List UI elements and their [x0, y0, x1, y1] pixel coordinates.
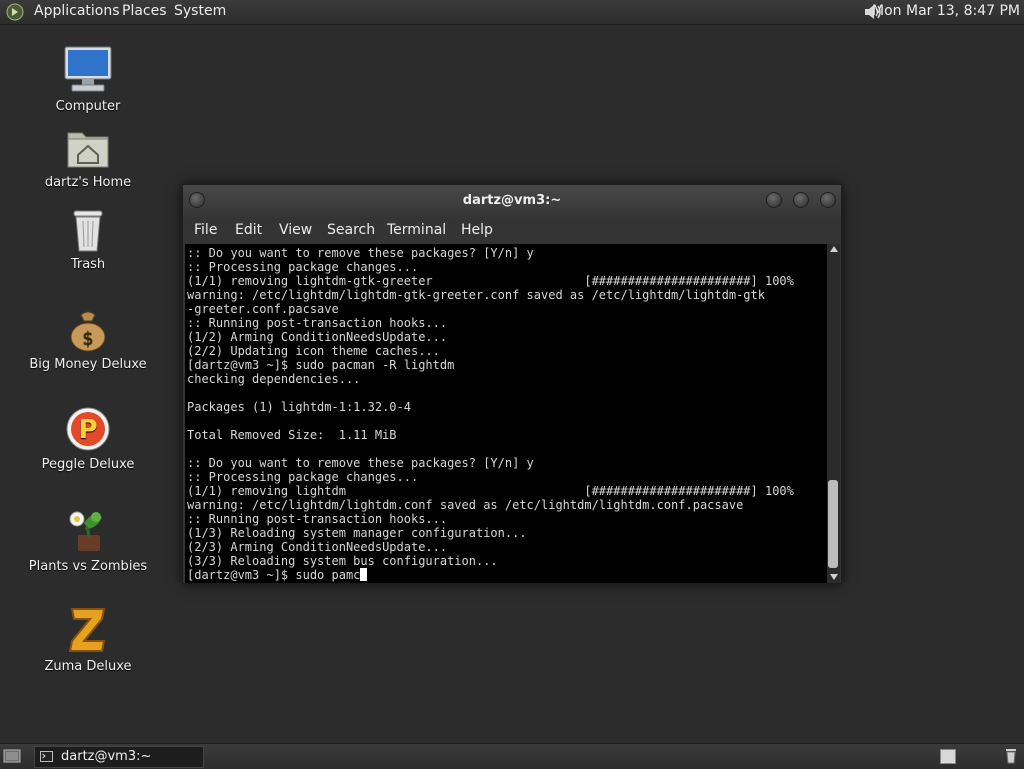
text-cursor [360, 568, 368, 581]
workspace-switcher-icon[interactable] [940, 749, 956, 764]
scroll-up-icon[interactable] [830, 246, 838, 252]
desktop-icon-label: Big Money Deluxe [29, 357, 147, 372]
trash-applet-icon[interactable] [1004, 748, 1018, 764]
desktop-icon-peggle[interactable]: P Peggle Deluxe [23, 405, 153, 472]
scroll-thumb[interactable] [828, 480, 838, 568]
menu-file[interactable]: File [194, 222, 217, 238]
terminal-line: [dartz@vm3 ~]$ sudo pacman -R lightdm [187, 358, 455, 372]
terminal-window: dartz@vm3:~ File Edit View Search Termin… [182, 184, 842, 584]
terminal-line: (2/3) Arming ConditionNeedsUpdate... [187, 540, 448, 554]
desktop-icon-computer[interactable]: Computer [23, 45, 153, 114]
maximize-icon[interactable] [793, 192, 809, 208]
taskbar-item-label: dartz@vm3:~ [61, 749, 152, 764]
desktop-icon-label: Computer [55, 99, 121, 114]
window-title: dartz@vm3:~ [462, 193, 562, 208]
minimize-icon[interactable] [766, 192, 782, 208]
terminal-line: Packages (1) lightdm-1:1.32.0-4 [187, 400, 411, 414]
desktop-icon-label: Trash [70, 257, 106, 272]
clock[interactable]: Mon Mar 13, 8:47 PM [872, 3, 1020, 19]
desktop-icon-big-money[interactable]: $ Big Money Deluxe [23, 307, 153, 372]
terminal-line: warning: /etc/lightdm/lightdm-gtk-greete… [187, 288, 765, 302]
places-menu[interactable]: Places [122, 3, 167, 19]
terminal-line: :: Running post-transaction hooks... [187, 512, 448, 526]
terminal-line: -greeter.conf.pacsave [187, 302, 339, 316]
desktop-icon-trash[interactable]: Trash [23, 207, 153, 272]
terminal-line: (1/1) removing lightdm-gtk-greeter [####… [187, 274, 794, 288]
svg-text:$: $ [82, 328, 93, 349]
terminal-menubar: File Edit View Search Terminal Help [183, 217, 841, 243]
terminal-line: (1/1) removing lightdm [################… [187, 484, 794, 498]
menu-edit[interactable]: Edit [235, 222, 262, 238]
prompt-text: [dartz@vm3 ~]$ sudo pamc [187, 568, 361, 582]
computer-icon [64, 46, 112, 92]
taskbar-item-terminal[interactable]: dartz@vm3:~ [34, 746, 204, 768]
window-menu-icon[interactable] [189, 192, 205, 208]
desktop-icon-label: Zuma Deluxe [44, 659, 132, 674]
terminal-line: checking dependencies... [187, 372, 361, 386]
top-panel: Applications Places System Mon Mar 13, 8… [0, 0, 1024, 25]
trash-icon [73, 210, 103, 252]
desktop-icon-home[interactable]: dartz's Home [23, 127, 153, 190]
terminal-line: :: Do you want to remove these packages?… [187, 456, 534, 470]
plants-vs-zombies-icon [69, 511, 102, 551]
desktop-icon-zuma[interactable]: Zuma Deluxe [23, 605, 153, 674]
zuma-icon [68, 608, 106, 652]
money-bag-icon: $ [70, 311, 106, 352]
desktop-icon-label: Peggle Deluxe [41, 457, 135, 472]
close-icon[interactable] [820, 192, 836, 208]
home-folder-icon [67, 132, 109, 168]
gnome-foot-icon[interactable] [6, 3, 24, 21]
applications-menu[interactable]: Applications [34, 3, 120, 19]
terminal-line: Total Removed Size: 1.11 MiB [187, 428, 397, 442]
terminal-lines: :: Do you want to remove these packages?… [185, 244, 827, 568]
system-menu[interactable]: System [174, 3, 226, 19]
terminal-scrollbar[interactable] [827, 244, 840, 583]
peggle-icon: P [66, 407, 110, 451]
desktop-icon-label: dartz's Home [44, 175, 132, 190]
terminal-line: (3/3) Reloading system bus configuration… [187, 554, 498, 568]
terminal-icon [40, 751, 53, 762]
terminal-output[interactable]: :: Do you want to remove these packages?… [185, 244, 827, 583]
svg-text:P: P [78, 415, 97, 445]
terminal-line: (1/2) Arming ConditionNeedsUpdate... [187, 330, 448, 344]
terminal-line: :: Processing package changes... [187, 260, 419, 274]
terminal-line: (2/2) Updating icon theme caches... [187, 344, 440, 358]
show-desktop-icon[interactable] [3, 748, 21, 764]
terminal-line: :: Running post-transaction hooks... [187, 316, 448, 330]
terminal-line: :: Processing package changes... [187, 470, 419, 484]
terminal-line: (1/3) Reloading system manager configura… [187, 526, 527, 540]
terminal-line: warning: /etc/lightdm/lightdm.conf saved… [187, 498, 744, 512]
menu-search[interactable]: Search [327, 222, 375, 238]
menu-view[interactable]: View [279, 222, 312, 238]
terminal-prompt-line[interactable]: [dartz@vm3 ~]$ sudo pamc [185, 568, 827, 582]
terminal-titlebar[interactable]: dartz@vm3:~ [183, 185, 841, 217]
terminal-line: :: Do you want to remove these packages?… [187, 246, 534, 260]
menu-help[interactable]: Help [461, 222, 493, 238]
desktop-icon-plants-vs-zombies[interactable]: Plants vs Zombies [23, 505, 153, 574]
scroll-down-icon[interactable] [830, 574, 838, 580]
desktop-icon-label: Plants vs Zombies [28, 559, 148, 574]
bottom-panel: dartz@vm3:~ [0, 743, 1024, 769]
menu-terminal[interactable]: Terminal [387, 222, 446, 238]
